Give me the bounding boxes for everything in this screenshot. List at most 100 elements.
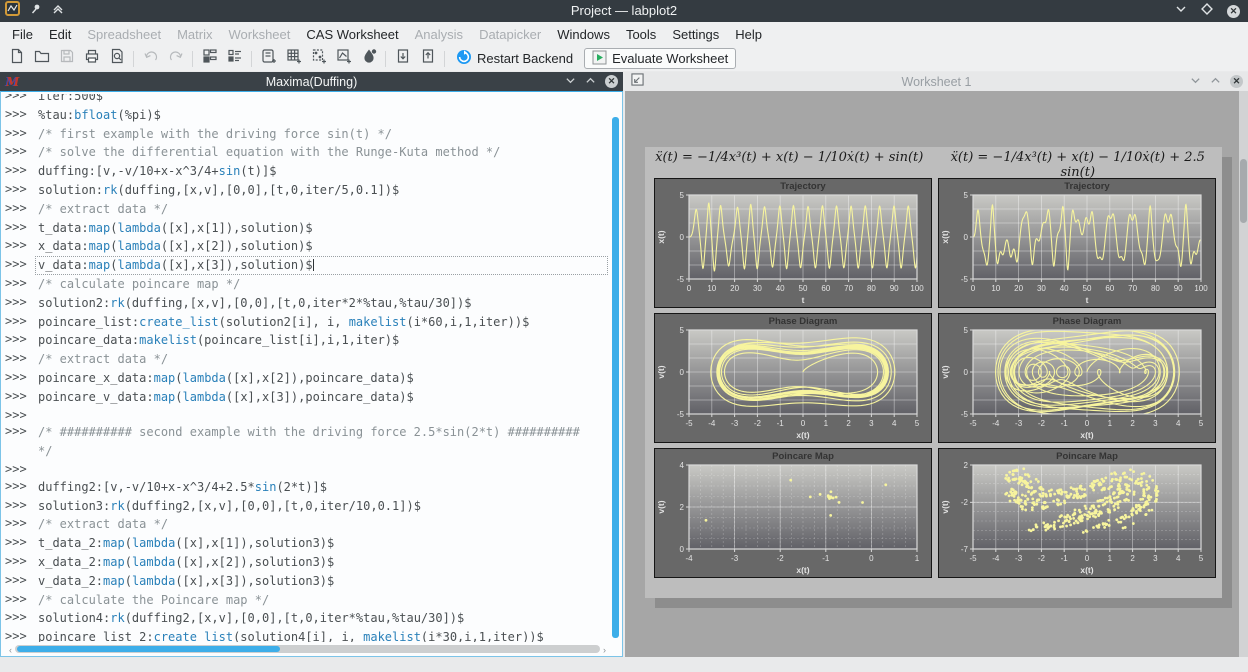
- svg-text:40: 40: [776, 284, 785, 293]
- menubar: FileEditSpreadsheetMatrixWorksheetCAS Wo…: [0, 22, 1248, 46]
- maxima-window-titlebar[interactable]: M Maxima(Duffing) ✕: [0, 72, 623, 91]
- svg-text:-1: -1: [822, 554, 830, 563]
- svg-text:70: 70: [844, 284, 853, 293]
- new-notebook-button[interactable]: [356, 48, 381, 70]
- svg-text:5: 5: [680, 326, 685, 335]
- console-line: >>>duffing2:[v,-v/10+x-x^3/4+2.5*sin(2*t…: [5, 478, 608, 497]
- menu-settings[interactable]: Settings: [664, 24, 727, 45]
- console-line: >>>t_data:map(lambda([x],x[1]),solution)…: [5, 219, 608, 238]
- maxima-close-icon[interactable]: ✕: [605, 75, 618, 88]
- svg-text:v(t): v(t): [940, 500, 950, 513]
- new-document-button[interactable]: [4, 48, 29, 70]
- console-line: >>>v_data:map(lambda([x],x[3]),solution)…: [5, 256, 608, 275]
- console-line: >>>poincare_list:create_list(solution2[i…: [5, 313, 608, 332]
- svg-text:5: 5: [1199, 419, 1204, 428]
- new-matrix-icon: [311, 48, 327, 69]
- svg-text:Poincare Map: Poincare Map: [1056, 451, 1118, 462]
- console-horizontal-scrollbar[interactable]: [15, 645, 600, 653]
- undo-button: [138, 48, 163, 70]
- menu-windows[interactable]: Windows: [549, 24, 618, 45]
- svg-text:80: 80: [867, 284, 876, 293]
- worksheet-minimize-icon[interactable]: [1190, 73, 1201, 91]
- console-line: >>>poincare_x_data:map(lambda([x],x[2]),…: [5, 369, 608, 388]
- svg-text:5: 5: [915, 419, 920, 428]
- console-line: >>>/* extract data */: [5, 350, 608, 369]
- svg-text:0: 0: [687, 284, 692, 293]
- console-line: >>>solution3:rk(duffing2,[x,v],[0,0],[t,…: [5, 497, 608, 516]
- scroll-right-icon[interactable]: ›: [603, 645, 606, 655]
- worksheet-restore-icon[interactable]: [1210, 73, 1221, 91]
- svg-text:x(t): x(t): [656, 230, 666, 243]
- maximize-icon[interactable]: [1201, 2, 1213, 20]
- maxima-minimize-icon[interactable]: [565, 73, 576, 91]
- new-datapicker-button[interactable]: [331, 48, 356, 70]
- svg-text:4: 4: [1176, 419, 1181, 428]
- print-preview-button[interactable]: [104, 48, 129, 70]
- window-title: Project — labplot2: [0, 0, 1248, 22]
- evaluate-worksheet-button[interactable]: Evaluate Worksheet: [584, 48, 736, 69]
- menu-cas-worksheet[interactable]: CAS Worksheet: [298, 24, 406, 45]
- svg-text:80: 80: [1151, 284, 1160, 293]
- open-folder-button[interactable]: [29, 48, 54, 70]
- new-matrix-button[interactable]: [306, 48, 331, 70]
- svg-text:0: 0: [680, 233, 685, 242]
- new-worksheet-button[interactable]: [256, 48, 281, 70]
- console-line: >>>solution:rk(duffing,[x,v],[0,0],[t,0,…: [5, 181, 608, 200]
- plot-phase-1[interactable]: -5-4-3-2-1012345-505Phase Diagramx(t)v(t…: [654, 313, 932, 443]
- minimize-icon[interactable]: [1175, 2, 1187, 20]
- svg-text:-2: -2: [777, 554, 785, 563]
- svg-text:-5: -5: [677, 410, 685, 419]
- menu-edit[interactable]: Edit: [41, 24, 79, 45]
- svg-text:-2: -2: [1038, 419, 1046, 428]
- toolbar-separator: [385, 51, 386, 67]
- svg-text:-5: -5: [685, 419, 693, 428]
- export-button[interactable]: [415, 48, 440, 70]
- maxima-icon: M: [6, 75, 19, 89]
- console-line: >>>solution4:rk(duffing2,[x,v],[0,0],[t,…: [5, 609, 608, 628]
- svg-text:4: 4: [1176, 554, 1181, 563]
- maxima-restore-icon[interactable]: [585, 73, 596, 91]
- svg-text:5: 5: [1199, 554, 1204, 563]
- console-vertical-scrollbar[interactable]: [612, 112, 619, 640]
- worksheet-vertical-scrollbar[interactable]: [1239, 91, 1248, 657]
- svg-text:-2: -2: [1038, 554, 1046, 563]
- svg-text:1: 1: [915, 554, 920, 563]
- svg-text:5: 5: [964, 326, 969, 335]
- menu-file[interactable]: File: [4, 24, 41, 45]
- worksheet-window-titlebar[interactable]: Worksheet 1 ✕: [625, 72, 1248, 91]
- svg-text:2: 2: [680, 503, 685, 512]
- plot-trajectory-1[interactable]: 0102030405060708090100-505Trajectorytx(t…: [654, 178, 932, 308]
- redo-button: [163, 48, 188, 70]
- new-spreadsheet-icon: [286, 48, 302, 69]
- import-button[interactable]: [390, 48, 415, 70]
- console-line: >>>/* ########## second example with the…: [5, 423, 608, 442]
- svg-text:v(t): v(t): [940, 365, 950, 378]
- plot-trajectory-2[interactable]: 0102030405060708090100-505Trajectorytx(t…: [938, 178, 1216, 308]
- svg-text:-5: -5: [969, 554, 977, 563]
- svg-text:4: 4: [680, 461, 685, 470]
- restart-backend-label: Restart Backend: [477, 51, 573, 66]
- menu-tools[interactable]: Tools: [618, 24, 664, 45]
- svg-text:1: 1: [1108, 554, 1113, 563]
- properties-explorer-button[interactable]: [222, 48, 247, 70]
- svg-text:10: 10: [991, 284, 1000, 293]
- console-line: >>>: [5, 461, 608, 478]
- close-icon[interactable]: ✕: [1227, 5, 1240, 18]
- new-spreadsheet-button[interactable]: [281, 48, 306, 70]
- plot-poincare-2[interactable]: -5-4-3-2-10123452-2-7Poincare Mapx(t)v(t…: [938, 448, 1216, 578]
- print-button[interactable]: [79, 48, 104, 70]
- restart-backend-button[interactable]: Restart Backend: [449, 48, 580, 70]
- svg-text:Poincare Map: Poincare Map: [772, 451, 834, 462]
- scroll-left-icon[interactable]: ‹: [9, 645, 12, 655]
- maxima-console[interactable]: >>>iter:500$>>>%tau:bfloat(%pi)$>>>/* fi…: [0, 91, 623, 657]
- console-line: >>>: [5, 407, 608, 424]
- equation-1: ẍ(t) = −1/4x³(t) + x(t) − 1/10ẋ(t) + sin…: [645, 150, 934, 180]
- worksheet-view[interactable]: ẍ(t) = −1/4x³(t) + x(t) − 1/10ẋ(t) + sin…: [625, 91, 1248, 657]
- worksheet-close-icon[interactable]: ✕: [1230, 75, 1243, 88]
- menu-help[interactable]: Help: [727, 24, 770, 45]
- plot-phase-2[interactable]: -5-4-3-2-1012345-505Phase Diagramx(t)v(t…: [938, 313, 1216, 443]
- project-explorer-button[interactable]: [197, 48, 222, 70]
- svg-text:100: 100: [1194, 284, 1208, 293]
- worksheet-window-title: Worksheet 1: [625, 75, 1248, 89]
- plot-poincare-1[interactable]: -4-3-2-101024Poincare Mapx(t)v(t): [654, 448, 932, 578]
